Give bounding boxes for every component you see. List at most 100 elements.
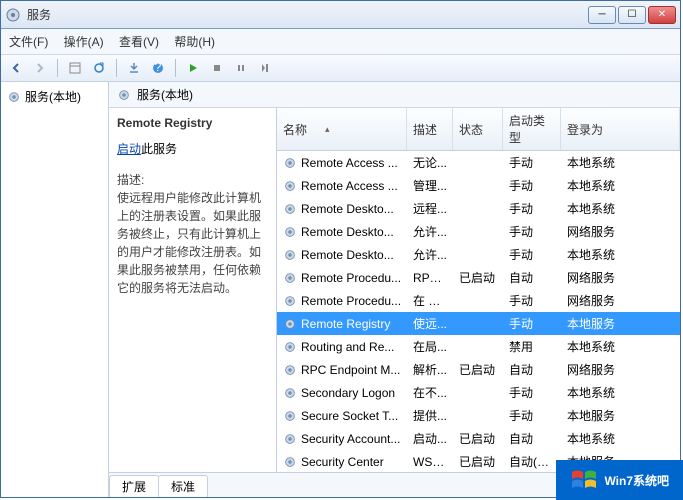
tree-pane: 服务(本地) bbox=[1, 82, 109, 497]
gear-icon bbox=[283, 317, 297, 331]
cell-status bbox=[453, 346, 503, 348]
col-status[interactable]: 状态 bbox=[453, 108, 503, 150]
service-row[interactable]: Remote Procedu...在 W...手动网络服务 bbox=[277, 289, 680, 312]
properties-button[interactable] bbox=[64, 57, 86, 79]
service-row[interactable]: Remote Access ...无论...手动本地系统 bbox=[277, 151, 680, 174]
cell-desc: 启动... bbox=[407, 429, 453, 448]
tab-extended[interactable]: 扩展 bbox=[109, 475, 159, 497]
cell-startup: 自动(延迟... bbox=[503, 452, 561, 471]
window-buttons: ─ ☐ ✕ bbox=[588, 6, 676, 24]
windows-logo-icon bbox=[570, 466, 598, 494]
service-row[interactable]: Remote Registry使远...手动本地服务 bbox=[277, 312, 680, 335]
gear-icon bbox=[7, 90, 21, 104]
cell-desc: 在 W... bbox=[407, 291, 453, 310]
cell-logon: 本地系统 bbox=[561, 337, 680, 356]
refresh-button[interactable] bbox=[88, 57, 110, 79]
col-desc[interactable]: 描述 bbox=[407, 108, 453, 150]
restart-button[interactable] bbox=[254, 57, 276, 79]
list-rows[interactable]: Remote Access ...无论...手动本地系统Remote Acces… bbox=[277, 151, 680, 472]
service-row[interactable]: Routing and Re...在局...禁用本地系统 bbox=[277, 335, 680, 358]
close-button[interactable]: ✕ bbox=[648, 6, 676, 24]
desc-label: 描述: bbox=[117, 171, 268, 189]
menu-action[interactable]: 操作(A) bbox=[64, 33, 104, 50]
cell-desc: 管理... bbox=[407, 176, 453, 195]
cell-logon: 本地服务 bbox=[561, 406, 680, 425]
cell-name: Secure Socket T... bbox=[277, 408, 407, 424]
title-bar[interactable]: 服务 ─ ☐ ✕ bbox=[1, 1, 680, 29]
cell-name: Security Center bbox=[277, 454, 407, 470]
service-row[interactable]: Secure Socket T...提供...手动本地服务 bbox=[277, 404, 680, 427]
col-name[interactable]: 名称▴ bbox=[277, 108, 407, 150]
right-header: 服务(本地) bbox=[109, 82, 680, 108]
start-link[interactable]: 启动 bbox=[117, 142, 141, 156]
service-row[interactable]: RPC Endpoint M...解析...已启动自动网络服务 bbox=[277, 358, 680, 381]
gear-icon bbox=[283, 340, 297, 354]
back-button[interactable] bbox=[5, 57, 27, 79]
cell-logon: 网络服务 bbox=[561, 291, 680, 310]
cell-desc: 在局... bbox=[407, 337, 453, 356]
maximize-button[interactable]: ☐ bbox=[618, 6, 646, 24]
tree-root[interactable]: 服务(本地) bbox=[5, 86, 104, 107]
cell-logon: 本地系统 bbox=[561, 153, 680, 172]
watermark-text: Win7系统吧 bbox=[604, 472, 669, 489]
svg-text:?: ? bbox=[155, 61, 162, 74]
cell-logon: 网络服务 bbox=[561, 360, 680, 379]
cell-desc: 允许... bbox=[407, 245, 453, 264]
service-row[interactable]: Remote Deskto...允许...手动网络服务 bbox=[277, 220, 680, 243]
gear-icon bbox=[283, 156, 297, 170]
cell-startup: 手动 bbox=[503, 222, 561, 241]
cell-status bbox=[453, 208, 503, 210]
right-body: Remote Registry 启动此服务 描述: 使远程用户能修改此计算机上的… bbox=[109, 108, 680, 472]
gear-icon bbox=[283, 455, 297, 469]
gear-icon bbox=[283, 225, 297, 239]
start-button[interactable] bbox=[182, 57, 204, 79]
service-row[interactable]: Secondary Logon在不...手动本地系统 bbox=[277, 381, 680, 404]
export-button[interactable] bbox=[123, 57, 145, 79]
cell-status bbox=[453, 300, 503, 302]
service-row[interactable]: Remote Procedu...RPC...已启动自动网络服务 bbox=[277, 266, 680, 289]
cell-startup: 手动 bbox=[503, 176, 561, 195]
service-row[interactable]: Remote Deskto...允许...手动本地系统 bbox=[277, 243, 680, 266]
menu-help[interactable]: 帮助(H) bbox=[174, 33, 215, 50]
cell-logon: 网络服务 bbox=[561, 222, 680, 241]
service-row[interactable]: Remote Deskto...远程...手动本地系统 bbox=[277, 197, 680, 220]
right-pane: 服务(本地) Remote Registry 启动此服务 描述: 使远程用户能修… bbox=[109, 82, 680, 497]
cell-startup: 手动 bbox=[503, 314, 561, 333]
cell-name: Remote Deskto... bbox=[277, 247, 407, 263]
cell-name: Remote Access ... bbox=[277, 155, 407, 171]
cell-status bbox=[453, 254, 503, 256]
sort-asc-icon: ▴ bbox=[325, 124, 330, 135]
cell-status: 已启动 bbox=[453, 429, 503, 448]
services-icon bbox=[5, 7, 21, 23]
action-suffix: 此服务 bbox=[141, 142, 177, 156]
gear-icon bbox=[283, 432, 297, 446]
separator bbox=[175, 59, 176, 77]
cell-startup: 自动 bbox=[503, 268, 561, 287]
tab-standard[interactable]: 标准 bbox=[158, 475, 208, 497]
cell-desc: RPC... bbox=[407, 270, 453, 286]
service-row[interactable]: Security Account...启动...已启动自动本地系统 bbox=[277, 427, 680, 450]
cell-startup: 自动 bbox=[503, 429, 561, 448]
cell-name: Remote Deskto... bbox=[277, 201, 407, 217]
gear-icon bbox=[283, 409, 297, 423]
menu-file[interactable]: 文件(F) bbox=[9, 33, 48, 50]
minimize-button[interactable]: ─ bbox=[588, 6, 616, 24]
help-button[interactable]: ? bbox=[147, 57, 169, 79]
main-window: 服务 ─ ☐ ✕ 文件(F) 操作(A) 查看(V) 帮助(H) ? 服务(本地… bbox=[0, 0, 681, 498]
cell-status bbox=[453, 231, 503, 233]
forward-button[interactable] bbox=[29, 57, 51, 79]
gear-icon bbox=[283, 294, 297, 308]
col-startup[interactable]: 启动类型 bbox=[503, 108, 561, 150]
cell-startup: 禁用 bbox=[503, 337, 561, 356]
list-pane: 名称▴ 描述 状态 启动类型 登录为 Remote Access ...无论..… bbox=[277, 108, 680, 472]
menu-view[interactable]: 查看(V) bbox=[119, 33, 159, 50]
cell-status: 已启动 bbox=[453, 360, 503, 379]
stop-button[interactable] bbox=[206, 57, 228, 79]
cell-status bbox=[453, 162, 503, 164]
cell-logon: 本地系统 bbox=[561, 383, 680, 402]
cell-name: Remote Access ... bbox=[277, 178, 407, 194]
col-logon[interactable]: 登录为 bbox=[561, 108, 680, 150]
service-row[interactable]: Remote Access ...管理... 手动本地系统 bbox=[277, 174, 680, 197]
cell-logon: 本地系统 bbox=[561, 176, 680, 195]
pause-button[interactable] bbox=[230, 57, 252, 79]
